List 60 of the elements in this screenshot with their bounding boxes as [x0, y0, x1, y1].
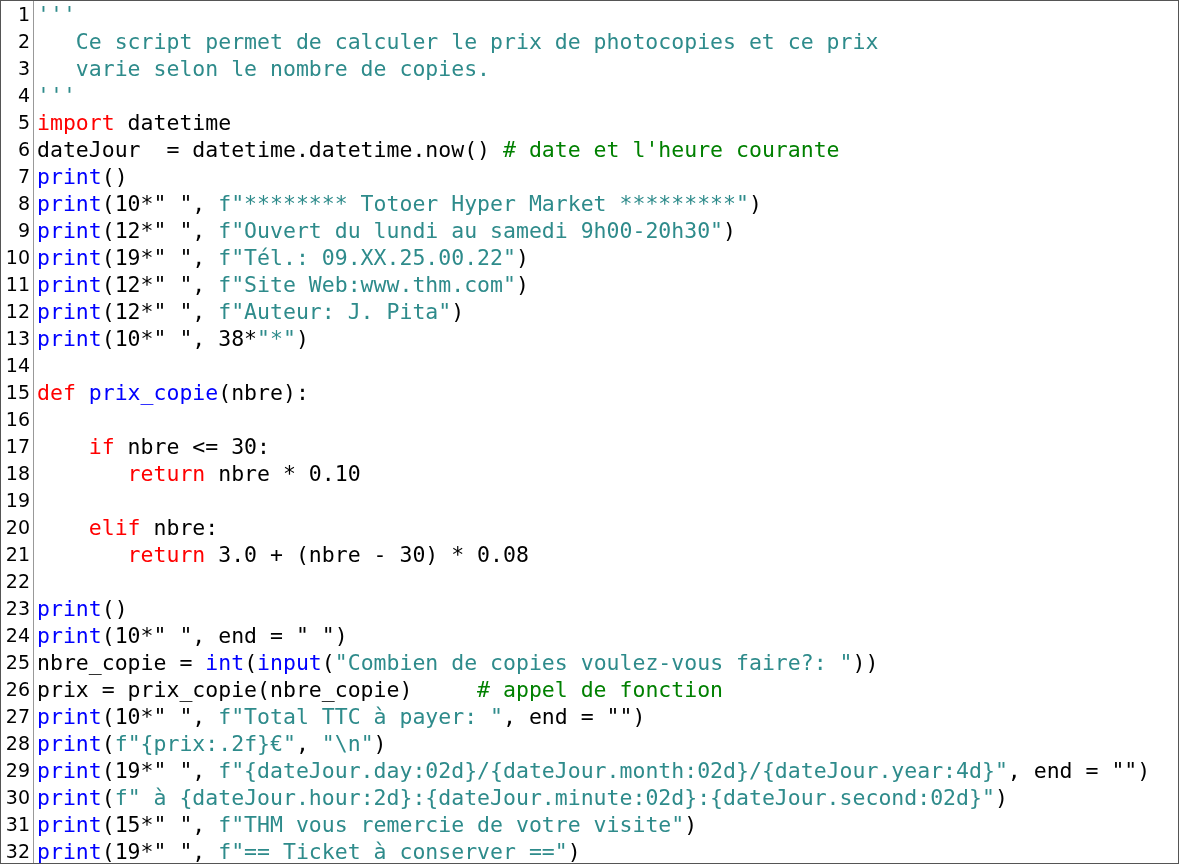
code-line: if nbre <= 30: — [87, 433, 271, 460]
code-line: print(10*" ", end = " ") — [37, 622, 349, 649]
code-line: ''' — [37, 82, 77, 109]
code-line: import datetime — [37, 109, 233, 136]
line-number: 27 — [4, 704, 31, 729]
code-line: return 3.0 + (nbre - 30) * 0.08 — [126, 541, 530, 568]
line-number: 1 — [16, 2, 31, 27]
line-number: 4 — [16, 83, 31, 108]
line-number: 7 — [16, 164, 31, 189]
line-number: 13 — [4, 326, 31, 351]
line-number: 11 — [4, 272, 31, 297]
code-line: print() — [37, 595, 129, 622]
line-number: 19 — [4, 488, 31, 513]
code-line: dateJour = datetime.datetime.now() # date et l'heure courante — [37, 136, 841, 163]
line-number: 12 — [4, 299, 31, 324]
code-line: print(10*" ", f"******** Totoer Hyper Market *********") — [37, 190, 763, 217]
line-number: 28 — [4, 731, 31, 756]
line-number: 25 — [4, 650, 31, 675]
code-line: prix = prix_copie(nbre_copie) # appel de fonction — [37, 676, 725, 703]
line-number: 18 — [4, 461, 31, 486]
code-line: print() — [37, 163, 129, 190]
code-line: def prix_copie(nbre): — [37, 379, 310, 406]
line-number: 26 — [4, 677, 31, 702]
line-number: 23 — [4, 596, 31, 621]
line-number: 30 — [4, 785, 31, 810]
code-line: print(19*" ", f"{dateJour.day:02d}/{dateJour.month:02d}/{dateJour.year:4d}", end = "") — [37, 757, 1152, 784]
line-number: 31 — [4, 812, 31, 837]
code-line: print(19*" ", f"Tél.: 09.XX.25.00.22") — [37, 244, 530, 271]
code-line: print(10*" ", f"Total TTC à payer: ", end = "") — [37, 703, 647, 730]
line-number: 17 — [4, 434, 31, 459]
line-number: 5 — [16, 110, 31, 135]
code-line: ''' — [37, 1, 77, 28]
line-number: 22 — [4, 569, 31, 594]
line-number: 24 — [4, 623, 31, 648]
line-number: 14 — [4, 353, 31, 378]
code-line: print(10*" ", 38*"*") — [37, 325, 310, 352]
code-line: elif nbre: — [87, 514, 220, 541]
code-line: return nbre * 0.10 — [126, 460, 362, 487]
code-line: print(f" à {dateJour.hour:2d}:{dateJour.minute:02d}:{dateJour.second:02d}") — [37, 784, 1009, 811]
line-number: 10 — [4, 245, 31, 270]
code-line: varie selon le nombre de copies. — [74, 55, 492, 82]
line-number: 9 — [16, 218, 31, 243]
line-number: 3 — [16, 56, 31, 81]
line-number: 2 — [16, 29, 31, 54]
code-line: print(15*" ", f"THM vous remercie de votre visite") — [37, 811, 699, 838]
code-line: print(12*" ", f"Ouvert du lundi au samedi 9h00-20h30") — [37, 217, 737, 244]
code-line: print(f"{prix:.2f}€", "\n") — [37, 730, 388, 757]
code-line: Ce script permet de calculer le prix de photocopies et ce prix — [74, 28, 880, 55]
line-number: 15 — [4, 380, 31, 405]
line-number: 20 — [4, 515, 31, 540]
code-line: print(12*" ", f"Auteur: J. Pita") — [37, 298, 466, 325]
code-line: print(19*" ", f"== Ticket à conserver ==") — [37, 838, 582, 863]
line-number: 8 — [16, 191, 31, 216]
line-number: 21 — [4, 542, 31, 567]
code-line: print(12*" ", f"Site Web:www.thm.com") — [37, 271, 530, 298]
line-number: 29 — [4, 758, 31, 783]
line-number: 16 — [4, 407, 31, 432]
code-line: nbre_copie = int(input("Combien de copies voulez-vous faire?: ")) — [37, 649, 880, 676]
line-number: 6 — [16, 137, 31, 162]
line-number: 32 — [4, 839, 31, 863]
